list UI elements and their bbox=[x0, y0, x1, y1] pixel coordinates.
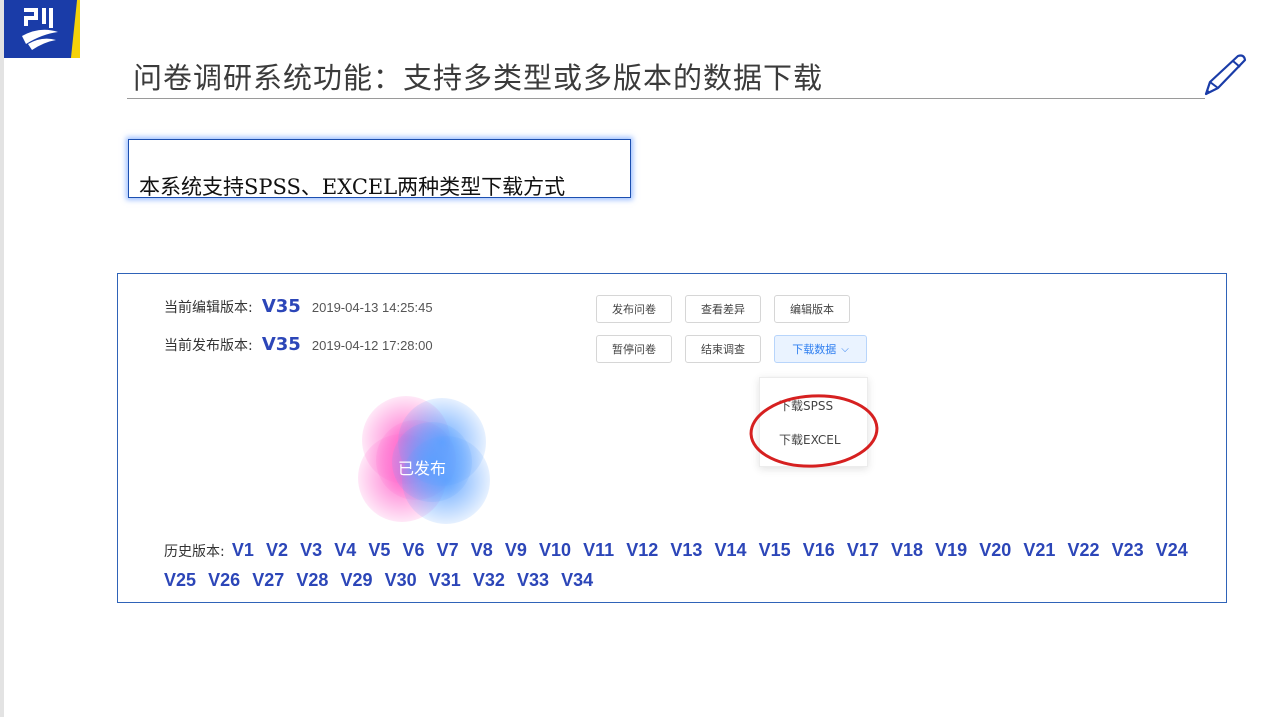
publish-version-timestamp: 2019-04-12 17:28:00 bbox=[311, 338, 433, 353]
edit-version-button[interactable]: 编辑版本 bbox=[774, 295, 850, 323]
edit-version-label: 当前编辑版本: bbox=[164, 300, 253, 316]
brand-logo bbox=[4, 0, 80, 58]
download-data-dropdown-button[interactable]: 下载数据 ⌵ bbox=[774, 335, 867, 363]
pause-survey-button[interactable]: 暂停问卷 bbox=[596, 335, 672, 363]
pause-survey-button-label: 暂停问卷 bbox=[612, 343, 656, 356]
current-edit-version-row: 当前编辑版本: V35 2019-04-13 14:25:45 bbox=[164, 296, 433, 317]
history-version-link-v26[interactable]: V26 bbox=[208, 570, 240, 590]
history-version-link-v13[interactable]: V13 bbox=[670, 540, 702, 560]
current-publish-version-row: 当前发布版本: V35 2019-04-12 17:28:00 bbox=[164, 334, 433, 355]
history-versions-label: 历史版本: bbox=[164, 544, 225, 560]
history-version-link-v24[interactable]: V24 bbox=[1156, 540, 1188, 560]
history-version-link-v12[interactable]: V12 bbox=[626, 540, 658, 560]
history-version-link-v30[interactable]: V30 bbox=[385, 570, 417, 590]
publish-survey-button[interactable]: 发布问卷 bbox=[596, 295, 672, 323]
history-version-link-v34[interactable]: V34 bbox=[561, 570, 593, 590]
history-version-link-v29[interactable]: V29 bbox=[341, 570, 373, 590]
history-version-link-v1[interactable]: V1 bbox=[232, 540, 254, 560]
history-version-link-v10[interactable]: V10 bbox=[539, 540, 571, 560]
history-version-link-v11[interactable]: V11 bbox=[583, 540, 614, 560]
history-versions: 历史版本: V1 V2 V3 V4 V5 V6 V7 V8 V9 V10 V11… bbox=[164, 536, 1204, 595]
history-version-link-v15[interactable]: V15 bbox=[759, 540, 791, 560]
history-version-link-v27[interactable]: V27 bbox=[252, 570, 284, 590]
left-edge-stripe bbox=[0, 0, 4, 717]
edit-version-value[interactable]: V35 bbox=[262, 296, 301, 317]
history-version-link-v20[interactable]: V20 bbox=[979, 540, 1011, 560]
history-version-link-v18[interactable]: V18 bbox=[891, 540, 923, 560]
history-version-link-v33[interactable]: V33 bbox=[517, 570, 549, 590]
history-version-link-v3[interactable]: V3 bbox=[300, 540, 322, 560]
publish-version-value[interactable]: V35 bbox=[262, 334, 301, 355]
history-version-link-v17[interactable]: V17 bbox=[847, 540, 879, 560]
end-survey-button-label: 结束调查 bbox=[701, 343, 745, 356]
download-data-button-label: 下载数据 bbox=[792, 343, 837, 356]
pen-icon bbox=[1204, 54, 1247, 96]
history-version-link-v9[interactable]: V9 bbox=[505, 540, 527, 560]
history-version-list: V1 V2 V3 V4 V5 V6 V7 V8 V9 V10 V11 V12 V… bbox=[164, 540, 1195, 590]
logo-accent-stripe bbox=[70, 0, 80, 58]
history-version-link-v5[interactable]: V5 bbox=[368, 540, 390, 560]
title-underline bbox=[127, 98, 1205, 99]
edit-version-button-label: 编辑版本 bbox=[790, 303, 834, 316]
view-diff-button[interactable]: 查看差异 bbox=[685, 295, 761, 323]
history-version-link-v19[interactable]: V19 bbox=[935, 540, 967, 560]
slide-title: 问卷调研系统功能：支持多类型或多版本的数据下载 bbox=[133, 61, 824, 95]
publish-version-label: 当前发布版本: bbox=[164, 338, 253, 354]
history-version-link-v4[interactable]: V4 bbox=[334, 540, 356, 560]
publish-survey-button-label: 发布问卷 bbox=[612, 303, 656, 316]
history-version-link-v2[interactable]: V2 bbox=[266, 540, 288, 560]
history-version-link-v28[interactable]: V28 bbox=[296, 570, 328, 590]
history-version-link-v23[interactable]: V23 bbox=[1112, 540, 1144, 560]
feature-callout-box: 本系统支持SPSS、EXCEL两种类型下载方式 bbox=[128, 139, 631, 199]
chevron-down-icon: ⌵ bbox=[841, 343, 849, 355]
history-version-link-v14[interactable]: V14 bbox=[714, 540, 746, 560]
history-version-link-v8[interactable]: V8 bbox=[471, 540, 493, 560]
history-version-link-v32[interactable]: V32 bbox=[473, 570, 505, 590]
history-version-link-v16[interactable]: V16 bbox=[803, 540, 835, 560]
view-diff-button-label: 查看差异 bbox=[701, 303, 745, 316]
end-survey-button[interactable]: 结束调查 bbox=[685, 335, 761, 363]
history-version-link-v25[interactable]: V25 bbox=[164, 570, 196, 590]
survey-version-panel: 当前编辑版本: V35 2019-04-13 14:25:45 当前发布版本: … bbox=[117, 273, 1227, 603]
edit-version-timestamp: 2019-04-13 14:25:45 bbox=[311, 300, 433, 315]
logo-emblem-icon bbox=[22, 8, 58, 50]
history-version-link-v21[interactable]: V21 bbox=[1023, 540, 1055, 560]
history-version-link-v22[interactable]: V22 bbox=[1067, 540, 1099, 560]
published-status-label: 已发布 bbox=[398, 459, 447, 478]
highlight-ellipse bbox=[749, 394, 879, 468]
history-version-link-v7[interactable]: V7 bbox=[437, 540, 459, 560]
history-version-link-v6[interactable]: V6 bbox=[402, 540, 424, 560]
feature-callout-text: 本系统支持SPSS、EXCEL两种类型下载方式 bbox=[139, 175, 566, 199]
history-version-link-v31[interactable]: V31 bbox=[429, 570, 461, 590]
